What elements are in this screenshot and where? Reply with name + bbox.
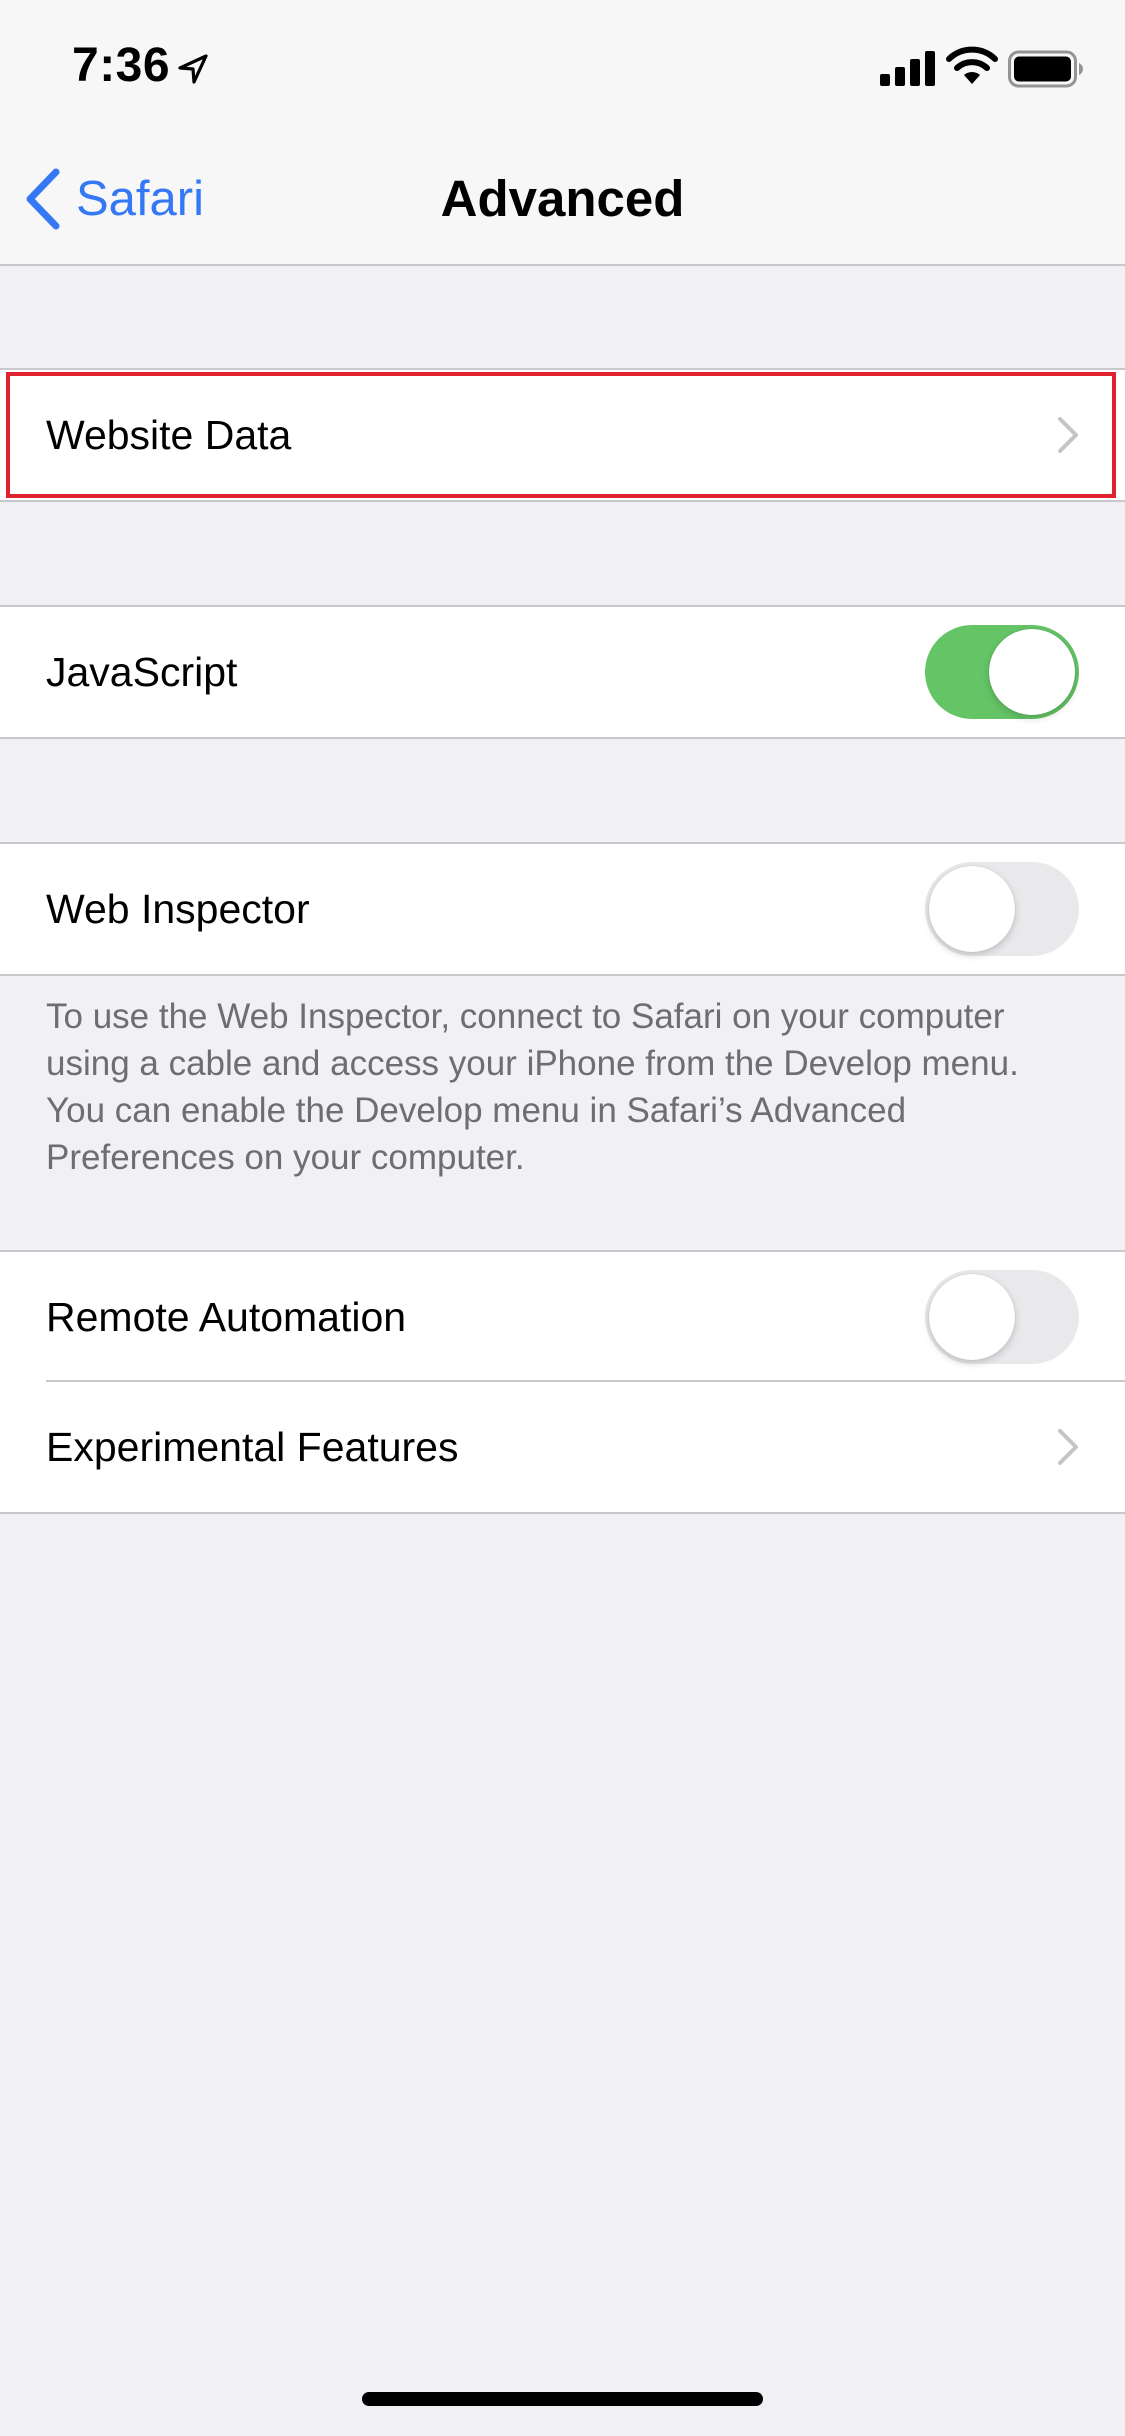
experimental-features-cell[interactable]: Experimental Features (0, 1382, 1125, 1512)
page-title: Advanced (440, 170, 685, 227)
battery-icon (1008, 50, 1083, 88)
navigation-bar: Safari Advanced (0, 132, 1125, 266)
chevron-right-icon (1058, 1429, 1078, 1465)
status-bar: 7:36 (0, 0, 1125, 132)
javascript-toggle[interactable] (925, 625, 1079, 719)
web-inspector-cell: Web Inspector (0, 844, 1125, 974)
chevron-right-icon (1058, 417, 1078, 453)
web-inspector-footer: To use the Web Inspector, connect to Saf… (46, 997, 1019, 1177)
website-data-group: Website Data (0, 368, 1125, 502)
remote-automation-label: Remote Automation (46, 1293, 407, 1340)
toggle-knob (989, 629, 1075, 715)
javascript-label: JavaScript (46, 648, 238, 695)
automation-group: Remote Automation Experimental Features (0, 1250, 1125, 1514)
remote-automation-toggle[interactable] (925, 1270, 1079, 1364)
toggle-knob (929, 866, 1015, 952)
status-time: 7:36 (72, 39, 171, 92)
javascript-cell: JavaScript (0, 607, 1125, 737)
website-data-cell[interactable]: Website Data (0, 370, 1125, 500)
remote-automation-cell: Remote Automation (0, 1252, 1125, 1382)
toggle-knob (929, 1274, 1015, 1360)
web-inspector-label: Web Inspector (46, 885, 310, 932)
javascript-group: JavaScript (0, 605, 1125, 739)
experimental-features-label: Experimental Features (46, 1423, 459, 1470)
home-indicator[interactable] (362, 2392, 763, 2406)
wifi-icon (946, 46, 998, 84)
website-data-label: Website Data (46, 411, 292, 458)
signal-icon (880, 51, 935, 86)
location-icon (178, 54, 208, 84)
web-inspector-group: Web Inspector (0, 842, 1125, 976)
settings-screen: 7:36 Safari Advanced Website Data JavaSc… (0, 0, 1125, 2436)
web-inspector-toggle[interactable] (925, 862, 1079, 956)
